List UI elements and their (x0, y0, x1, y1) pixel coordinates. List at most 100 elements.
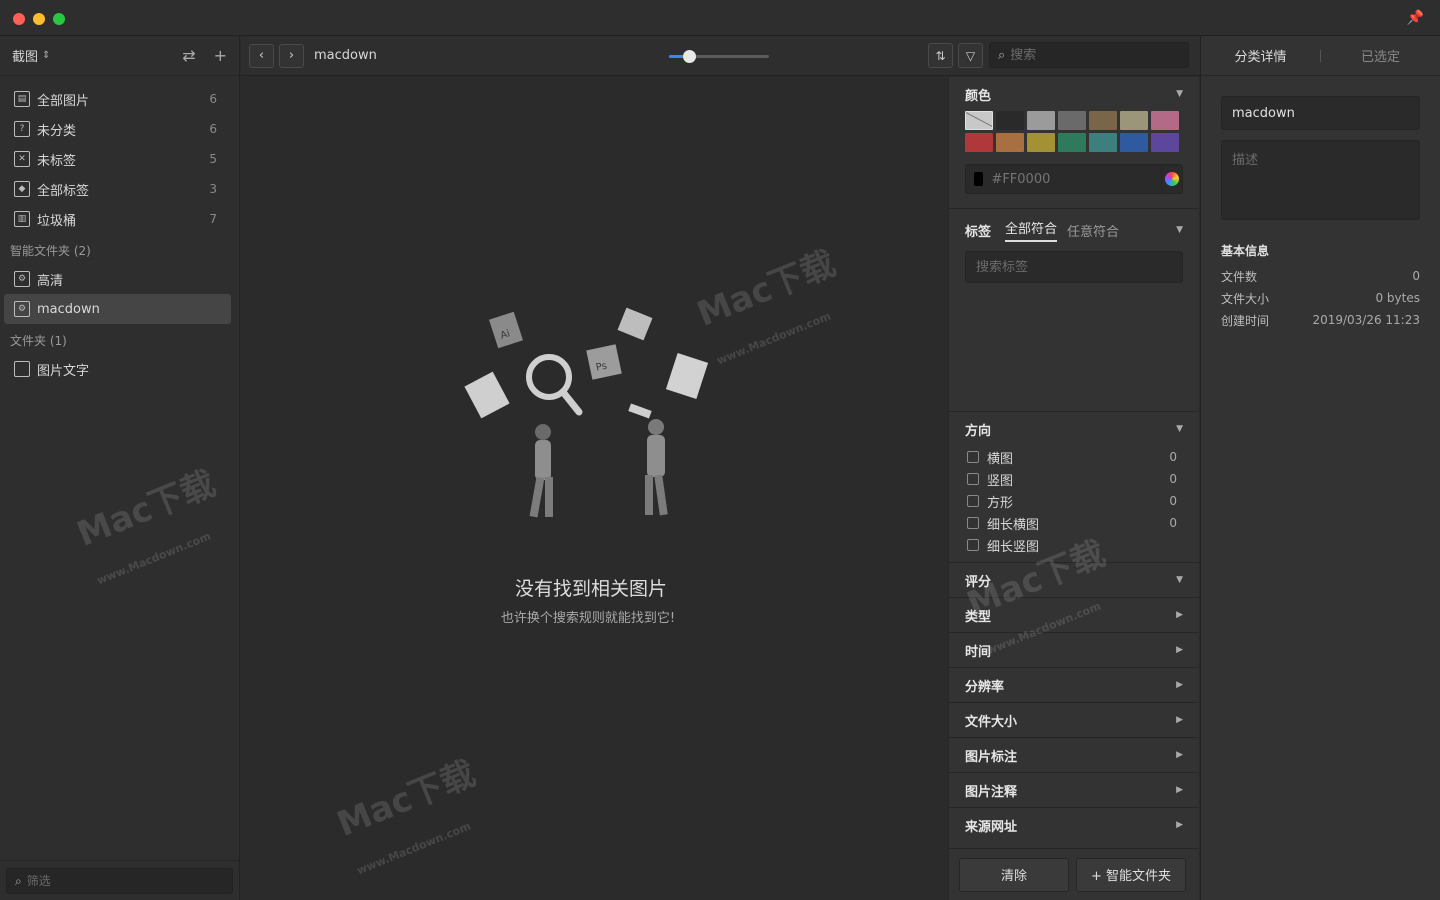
chevron-updown-icon[interactable]: ⇕ (42, 50, 50, 61)
color-swatch[interactable] (1151, 133, 1179, 152)
tags-filter-title: 标签 (965, 224, 992, 240)
filter-actions: 清除 + 智能文件夹 (949, 848, 1199, 900)
hex-color-input[interactable] (991, 171, 1162, 187)
color-wheel-icon (1165, 172, 1180, 186)
sidebar-filter-input[interactable] (26, 874, 207, 888)
folders-section-title[interactable]: 文件夹 (1) (0, 326, 239, 354)
sidebar-item-trash[interactable]: ▥ 垃圾桶 7 (0, 204, 231, 234)
sidebar-item-smart-macdown[interactable]: ⚙ macdown (4, 294, 231, 324)
library-selector[interactable]: 截图 (12, 46, 38, 65)
tags-mode-all-tab[interactable]: 全部符合 (1005, 218, 1058, 242)
back-button[interactable]: ‹ (249, 43, 274, 68)
color-swatch[interactable] (1151, 111, 1179, 130)
sidebar-item-label: 全部图片 (37, 93, 90, 109)
sidebar-item-all-tags[interactable]: ◆ 全部标签 3 (0, 174, 231, 204)
comment-filter-header[interactable]: 图片注释 ▶ (949, 772, 1199, 807)
color-picker-button[interactable] (1161, 164, 1182, 194)
search-input[interactable] (1010, 47, 1171, 63)
filter-panel: 颜色 ▼ 标签 全部符合 任意符合 ▼ 方向 ▼ 横图 0 竖图 0 方形 0 (948, 77, 1199, 900)
color-swatch[interactable] (1058, 111, 1086, 130)
sidebar-item-folder-image-text[interactable]: 图片文字 (0, 354, 231, 384)
file-size-filter-header[interactable]: 文件大小 ▶ (949, 702, 1199, 737)
sidebar-item-smart-hd[interactable]: ⚙ 高清 (0, 264, 231, 294)
orientation-option-wide[interactable]: 细长横图 0 (949, 512, 1199, 534)
option-label: 细长横图 (987, 517, 1040, 533)
tag-search-input[interactable] (976, 259, 1156, 275)
sort-swap-icon[interactable]: ⇄ (182, 46, 195, 65)
triangle-right-icon: ▶ (1176, 820, 1183, 830)
sidebar-item-count: 6 (209, 92, 217, 106)
orientation-option-square[interactable]: 方形 0 (949, 490, 1199, 512)
minimize-window-button[interactable] (33, 13, 45, 25)
thumbnail-size-slider[interactable] (669, 50, 769, 63)
svg-text:Ps: Ps (595, 361, 608, 374)
time-filter-header[interactable]: 时间 ▶ (949, 632, 1199, 667)
color-swatch[interactable] (1089, 111, 1117, 130)
type-filter-header[interactable]: 类型 ▶ (949, 597, 1199, 632)
add-icon[interactable]: + (214, 46, 227, 65)
color-swatch[interactable] (996, 111, 1024, 130)
color-swatch[interactable] (1120, 133, 1148, 152)
checkbox[interactable] (967, 495, 979, 507)
color-swatch[interactable] (1027, 111, 1055, 130)
annotation-filter-header[interactable]: 图片标注 ▶ (949, 737, 1199, 772)
sidebar-item-label: 垃圾桶 (37, 213, 77, 229)
color-swatch[interactable] (1089, 133, 1117, 152)
tags-mode-any-tab[interactable]: 任意符合 (1067, 221, 1119, 240)
color-swatch[interactable] (1058, 133, 1086, 152)
color-swatch[interactable] (1120, 111, 1148, 130)
color-swatch-none[interactable] (965, 111, 993, 130)
orientation-filter-header[interactable]: 方向 ▼ (949, 412, 1199, 446)
color-filter-header[interactable]: 颜色 ▼ (949, 77, 1199, 111)
slider-knob[interactable] (683, 50, 696, 63)
section-title: 分辨率 (965, 679, 1005, 695)
tab-selected[interactable]: 已选定 (1321, 46, 1440, 65)
description-textarea[interactable] (1232, 149, 1409, 211)
triangle-down-icon: ▼ (1176, 575, 1183, 585)
color-swatch[interactable] (1027, 133, 1055, 152)
sidebar-item-untagged[interactable]: ✕ 未标签 5 (0, 144, 231, 174)
info-value: 2019/03/26 11:23 (1312, 313, 1420, 327)
triangle-down-icon[interactable]: ▼ (1176, 225, 1183, 235)
smart-folder-icon: ⚙ (14, 301, 30, 317)
sidebar-item-all-images[interactable]: ▤ 全部图片 6 (0, 84, 231, 114)
info-key: 文件大小 (1221, 291, 1270, 306)
filter-button[interactable]: ▽ (958, 43, 983, 68)
save-smart-folder-button[interactable]: + 智能文件夹 (1076, 857, 1186, 892)
checkbox[interactable] (967, 451, 979, 463)
sort-button[interactable]: ⇅ (928, 43, 953, 68)
smart-folders-section-title[interactable]: 智能文件夹 (2) (0, 236, 239, 264)
option-count: 0 (1169, 494, 1177, 508)
option-count: 0 (1169, 472, 1177, 486)
search-box: ⌕ (989, 42, 1189, 68)
sidebar-filter-box: ⌕ (6, 868, 233, 894)
close-window-button[interactable] (13, 13, 25, 25)
checkbox[interactable] (967, 517, 979, 529)
untagged-icon: ✕ (14, 151, 30, 167)
checkbox[interactable] (967, 539, 979, 551)
option-count: 0 (1169, 450, 1177, 464)
orientation-option-landscape[interactable]: 横图 0 (949, 446, 1199, 468)
sidebar-item-count: 7 (209, 212, 217, 226)
sidebar-item-uncategorized[interactable]: ? 未分类 6 (0, 114, 231, 144)
forward-button[interactable]: › (279, 43, 304, 68)
zoom-window-button[interactable] (53, 13, 65, 25)
orientation-option-tall[interactable]: 细长竖图 (949, 534, 1199, 556)
sidebar-list: ▤ 全部图片 6 ? 未分类 6 ✕ 未标签 5 ◆ 全部标签 3 ▥ 垃圾桶 … (0, 76, 239, 384)
checkbox[interactable] (967, 473, 979, 485)
orientation-option-portrait[interactable]: 竖图 0 (949, 468, 1199, 490)
rating-filter-header[interactable]: 评分 ▼ (949, 562, 1199, 597)
color-swatch[interactable] (996, 133, 1024, 152)
resolution-filter-header[interactable]: 分辨率 ▶ (949, 667, 1199, 702)
option-label: 横图 (987, 451, 1014, 467)
sidebar-item-count: 6 (209, 122, 217, 136)
trash-icon: ▥ (14, 211, 30, 227)
smart-folder-icon: ⚙ (14, 271, 30, 287)
tab-folder-details[interactable]: 分类详情 (1201, 46, 1320, 65)
folder-name-input[interactable] (1232, 105, 1402, 121)
pin-icon[interactable]: 📌 (1407, 10, 1424, 26)
color-swatch[interactable] (965, 133, 993, 152)
clear-filters-button[interactable]: 清除 (959, 857, 1069, 892)
section-title: 图片标注 (965, 749, 1018, 765)
source-url-filter-header[interactable]: 来源网址 ▶ (949, 807, 1199, 842)
